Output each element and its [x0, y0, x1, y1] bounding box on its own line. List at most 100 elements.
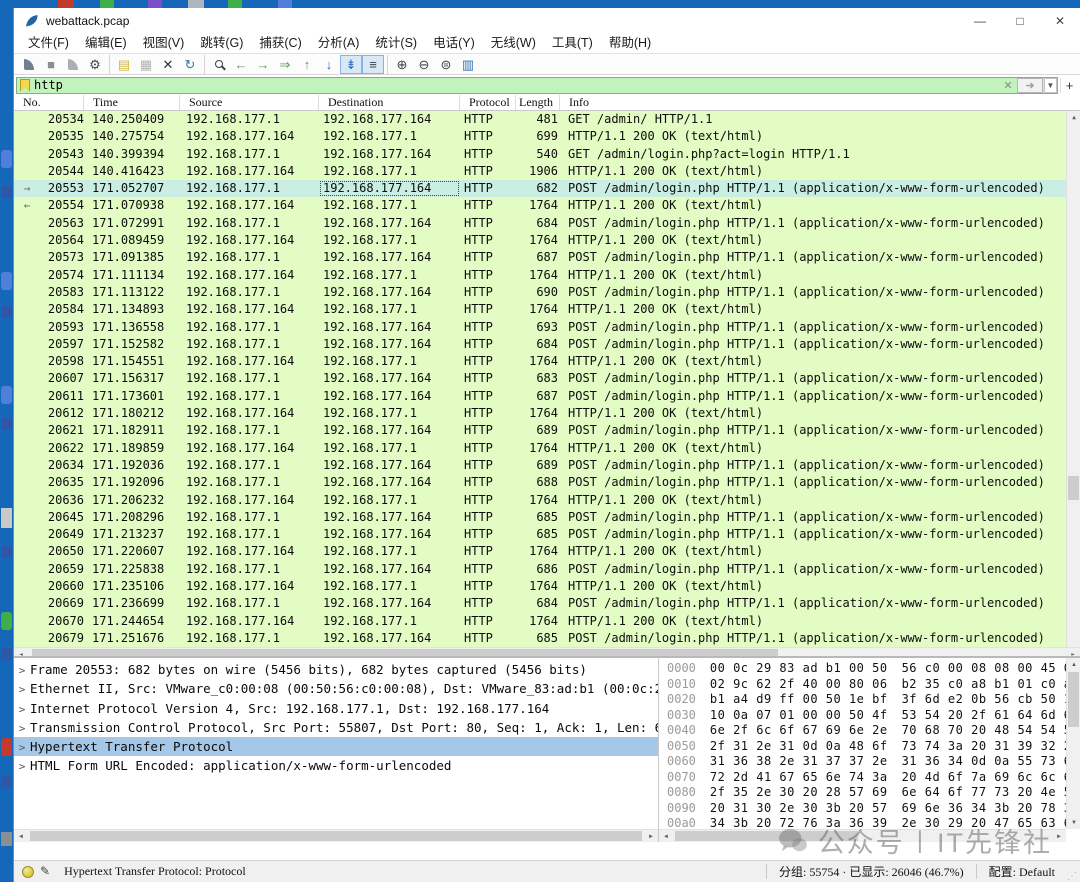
- filter-bookmark-icon[interactable]: [20, 79, 30, 92]
- scroll-right-icon[interactable]: ►: [1052, 830, 1066, 843]
- scrollbar-thumb[interactable]: [30, 831, 642, 841]
- col-header-time[interactable]: Time: [84, 95, 180, 110]
- packet-row[interactable]: 20573 171.091385 192.168.177.1 192.168.1…: [14, 249, 1080, 266]
- detail-row[interactable]: >Transmission Control Protocol, Src Port…: [14, 718, 658, 737]
- packet-row[interactable]: 20583 171.113122 192.168.177.1 192.168.1…: [14, 284, 1080, 301]
- expander-icon[interactable]: >: [14, 700, 30, 718]
- packet-row[interactable]: 20534 140.250409 192.168.177.1 192.168.1…: [14, 111, 1080, 128]
- scrollbar-thumb[interactable]: [1068, 476, 1079, 500]
- filter-dropdown-icon[interactable]: ▼: [1044, 78, 1057, 93]
- expander-icon[interactable]: >: [14, 738, 30, 756]
- hex-hscrollbar[interactable]: ◄ ►: [659, 829, 1066, 842]
- menu-item[interactable]: 跳转(G): [192, 34, 251, 53]
- restart-capture-button[interactable]: [62, 55, 84, 74]
- menu-item[interactable]: 编辑(E): [77, 34, 135, 53]
- menu-item[interactable]: 无线(W): [483, 34, 544, 53]
- detail-row[interactable]: >HTML Form URL Encoded: application/x-ww…: [14, 756, 658, 775]
- auto-scroll-button[interactable]: ⇟: [340, 55, 362, 74]
- packet-row[interactable]: 20584 171.134893 192.168.177.164 192.168…: [14, 301, 1080, 318]
- detail-row[interactable]: >Internet Protocol Version 4, Src: 192.1…: [14, 699, 658, 718]
- packet-row[interactable]: 20634 171.192036 192.168.177.1 192.168.1…: [14, 457, 1080, 474]
- col-header-info[interactable]: Info: [560, 95, 1080, 110]
- hex-row[interactable]: 0020b1 a4 d9 ff 00 50 1e bf3f 6d e2 0b 5…: [667, 692, 1066, 708]
- detail-row[interactable]: >Hypertext Transfer Protocol: [14, 737, 658, 756]
- packet-row[interactable]: → 20553 171.052707 192.168.177.1 192.168…: [14, 180, 1080, 197]
- col-header-source[interactable]: Source: [180, 95, 319, 110]
- packet-row[interactable]: 20564 171.089459 192.168.177.164 192.168…: [14, 232, 1080, 249]
- packet-row[interactable]: 20543 140.399394 192.168.177.1 192.168.1…: [14, 146, 1080, 163]
- packet-row[interactable]: 20593 171.136558 192.168.177.1 192.168.1…: [14, 319, 1080, 336]
- capture-comment-icon[interactable]: ✎: [40, 864, 50, 879]
- capture-options-button[interactable]: ⚙: [84, 55, 106, 74]
- scrollbar-thumb[interactable]: [1068, 672, 1079, 727]
- packet-row[interactable]: 20612 171.180212 192.168.177.164 192.168…: [14, 405, 1080, 422]
- reload-file-button[interactable]: ↻: [179, 55, 201, 74]
- stop-capture-button[interactable]: ■: [40, 55, 62, 74]
- packet-row[interactable]: ← 20554 171.070938 192.168.177.164 192.1…: [14, 197, 1080, 214]
- expert-info-icon[interactable]: [22, 866, 34, 878]
- packet-list-hscrollbar[interactable]: ◄ ►: [14, 647, 1080, 656]
- profile-text[interactable]: 配置: Default: [976, 864, 1067, 879]
- zoom-100-button[interactable]: ⊜: [435, 55, 457, 74]
- packet-row[interactable]: 20574 171.111134 192.168.177.164 192.168…: [14, 267, 1080, 284]
- packet-row[interactable]: 20622 171.189859 192.168.177.164 192.168…: [14, 440, 1080, 457]
- packet-row[interactable]: 20669 171.236699 192.168.177.1 192.168.1…: [14, 595, 1080, 612]
- filter-apply-button[interactable]: ➜: [1017, 78, 1043, 93]
- detail-row[interactable]: >Ethernet II, Src: VMware_c0:00:08 (00:5…: [14, 679, 658, 698]
- packet-row[interactable]: 20659 171.225838 192.168.177.1 192.168.1…: [14, 561, 1080, 578]
- scroll-left-icon[interactable]: ◄: [14, 648, 28, 656]
- hex-row[interactable]: 001002 9c 62 2f 40 00 80 06b2 35 c0 a8 b…: [667, 677, 1066, 693]
- packet-row[interactable]: 20670 171.244654 192.168.177.164 192.168…: [14, 613, 1080, 630]
- scroll-right-icon[interactable]: ►: [644, 830, 658, 842]
- expander-icon[interactable]: >: [14, 719, 30, 737]
- menu-item[interactable]: 视图(V): [135, 34, 193, 53]
- packet-row[interactable]: 20544 140.416423 192.168.177.164 192.168…: [14, 163, 1080, 180]
- maximize-button[interactable]: □: [1000, 8, 1040, 34]
- packet-row[interactable]: 20645 171.208296 192.168.177.1 192.168.1…: [14, 509, 1080, 526]
- expander-icon[interactable]: >: [14, 757, 30, 775]
- packet-row[interactable]: 20611 171.173601 192.168.177.1 192.168.1…: [14, 388, 1080, 405]
- detail-row[interactable]: >Frame 20553: 682 bytes on wire (5456 bi…: [14, 660, 658, 679]
- scroll-up-icon[interactable]: ▲: [1067, 658, 1080, 671]
- go-forward-button[interactable]: →: [252, 55, 274, 74]
- packet-row[interactable]: 20679 171.251676 192.168.177.1 192.168.1…: [14, 630, 1080, 647]
- hex-row[interactable]: 007072 2d 41 67 65 6e 74 3a20 4d 6f 7a 6…: [667, 770, 1066, 786]
- menu-item[interactable]: 帮助(H): [601, 34, 659, 53]
- packet-row[interactable]: 20649 171.213237 192.168.177.1 192.168.1…: [14, 526, 1080, 543]
- menu-item[interactable]: 统计(S): [367, 34, 425, 53]
- packet-row[interactable]: 20650 171.220607 192.168.177.164 192.168…: [14, 543, 1080, 560]
- packet-row[interactable]: 20660 171.235106 192.168.177.164 192.168…: [14, 578, 1080, 595]
- resize-grip[interactable]: ⋰: [1067, 871, 1080, 882]
- scroll-down-icon[interactable]: ▼: [1067, 816, 1080, 829]
- go-to-packet-button[interactable]: ⇒: [274, 55, 296, 74]
- packet-row[interactable]: 20607 171.156317 192.168.177.1 192.168.1…: [14, 370, 1080, 387]
- packet-row[interactable]: 20621 171.182911 192.168.177.1 192.168.1…: [14, 422, 1080, 439]
- start-capture-button[interactable]: [18, 55, 40, 74]
- go-to-bottom-button[interactable]: ↓: [318, 55, 340, 74]
- colorize-button[interactable]: ≡: [362, 55, 384, 74]
- go-to-top-button[interactable]: ↑: [296, 55, 318, 74]
- go-back-button[interactable]: ←: [230, 55, 252, 74]
- scroll-left-icon[interactable]: ◄: [659, 830, 673, 843]
- hex-row[interactable]: 000000 0c 29 83 ad b1 00 5056 c0 00 08 0…: [667, 661, 1066, 677]
- hex-row[interactable]: 00802f 35 2e 30 20 28 57 696e 64 6f 77 7…: [667, 785, 1066, 801]
- scroll-left-icon[interactable]: ◄: [14, 830, 28, 842]
- open-file-button[interactable]: ▤: [113, 55, 135, 74]
- col-header-no[interactable]: No.: [14, 95, 84, 110]
- packet-row[interactable]: 20535 140.275754 192.168.177.164 192.168…: [14, 128, 1080, 145]
- display-filter-input[interactable]: [34, 78, 999, 92]
- scrollbar-thumb[interactable]: [675, 831, 858, 841]
- col-header-length[interactable]: Length: [516, 95, 560, 110]
- hex-row[interactable]: 00502f 31 2e 31 0d 0a 48 6f73 74 3a 20 3…: [667, 739, 1066, 755]
- zoom-in-button[interactable]: ⊕: [391, 55, 413, 74]
- packet-row[interactable]: 20563 171.072991 192.168.177.1 192.168.1…: [14, 215, 1080, 232]
- menu-item[interactable]: 工具(T): [544, 34, 601, 53]
- close-file-button[interactable]: ✕: [157, 55, 179, 74]
- menu-item[interactable]: 捕获(C): [251, 34, 309, 53]
- zoom-out-button[interactable]: ⊖: [413, 55, 435, 74]
- hex-vscrollbar[interactable]: ▲ ▼: [1066, 658, 1080, 829]
- packet-row[interactable]: 20636 171.206232 192.168.177.164 192.168…: [14, 492, 1080, 509]
- hex-row[interactable]: 009020 31 30 2e 30 3b 20 5769 6e 36 34 3…: [667, 801, 1066, 817]
- menu-item[interactable]: 分析(A): [310, 34, 368, 53]
- minimize-button[interactable]: —: [960, 8, 1000, 34]
